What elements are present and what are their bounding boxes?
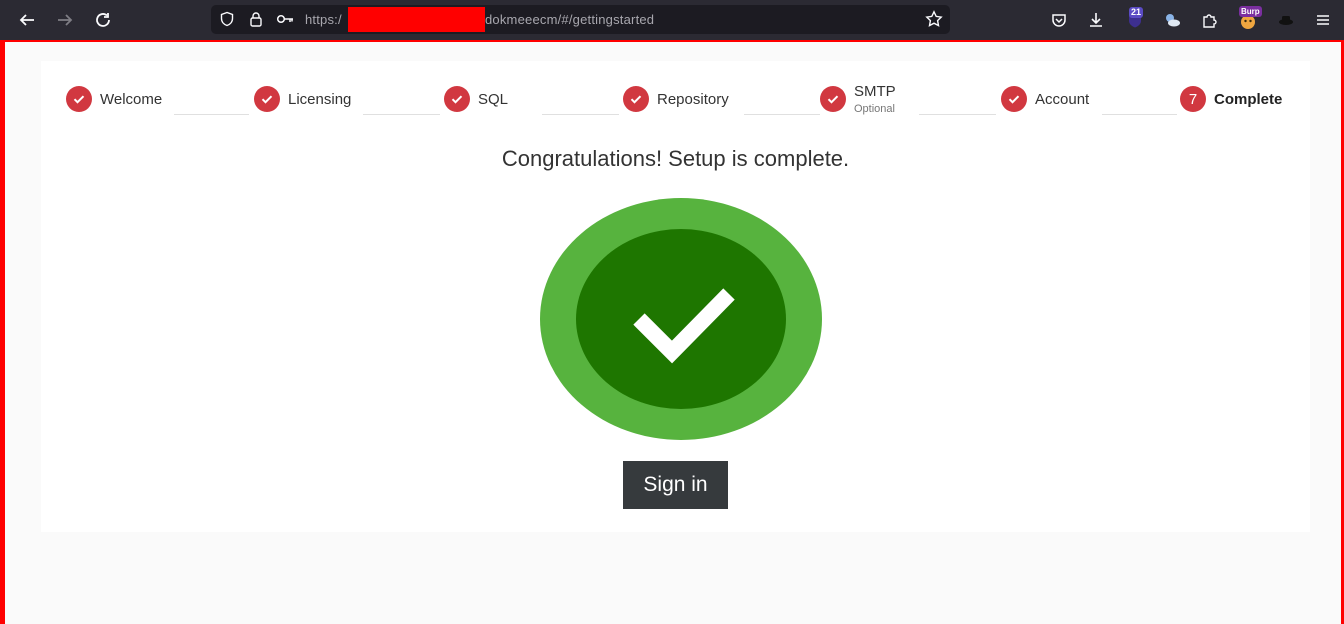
back-arrow-icon[interactable] — [15, 8, 39, 32]
step-connector — [1102, 114, 1177, 115]
puzzle-icon[interactable] — [1198, 8, 1222, 32]
sign-in-button[interactable]: Sign in — [623, 461, 728, 509]
browser-toolbar: https:/ dokmeeecm/#/gettingstarted 21 Bu… — [0, 0, 1344, 40]
lock-icon[interactable] — [246, 9, 266, 29]
burp-badge: Burp — [1239, 6, 1262, 17]
step-connector — [174, 114, 249, 115]
url-suffix: dokmeeecm/#/gettingstarted — [485, 12, 655, 27]
step-complete[interactable]: 7 Complete — [1180, 83, 1282, 115]
check-icon — [623, 86, 649, 112]
step-label: Repository — [657, 90, 729, 108]
url-bar[interactable]: https:/ dokmeeecm/#/gettingstarted — [211, 5, 950, 34]
profile-icon[interactable] — [1274, 8, 1298, 32]
step-sql[interactable]: SQL — [444, 83, 508, 115]
check-icon — [1001, 86, 1027, 112]
step-label: Welcome — [100, 90, 163, 108]
setup-card: Welcome Licensing SQL Repository SMTP Op… — [41, 61, 1310, 532]
step-connector — [744, 114, 820, 115]
step-label: SQL — [478, 90, 509, 108]
step-number: 7 — [1188, 90, 1198, 108]
step-licensing[interactable]: Licensing — [254, 83, 351, 115]
check-icon — [66, 86, 92, 112]
completion-heading: Congratulations! Setup is complete. — [501, 146, 850, 171]
pocket-icon[interactable] — [1047, 8, 1071, 32]
check-icon — [254, 86, 280, 112]
step-label: Complete — [1214, 90, 1283, 108]
forward-arrow-icon[interactable] — [53, 8, 77, 32]
step-sublabel: Optional — [854, 103, 895, 115]
step-label: Account — [1035, 90, 1090, 108]
menu-icon[interactable] — [1311, 8, 1335, 32]
download-icon[interactable] — [1084, 8, 1108, 32]
step-connector — [542, 114, 619, 115]
shield-icon[interactable] — [217, 9, 237, 29]
step-number-badge: 7 — [1180, 86, 1206, 112]
step-label: SMTP — [854, 83, 896, 100]
step-connector — [363, 114, 440, 115]
reload-icon[interactable] — [91, 8, 115, 32]
step-connector — [919, 114, 996, 115]
key-icon[interactable] — [275, 9, 295, 29]
step-repository[interactable]: Repository — [623, 83, 729, 115]
page-content: Welcome Licensing SQL Repository SMTP Op… — [0, 40, 1344, 624]
success-checkmark-icon — [540, 198, 822, 440]
star-icon[interactable] — [924, 9, 944, 29]
step-smtp[interactable]: SMTP Optional — [820, 83, 896, 115]
url-prefix: https:/ — [305, 12, 342, 27]
check-icon — [820, 86, 846, 112]
step-label: Licensing — [288, 90, 352, 108]
extension-badge: 21 — [1129, 7, 1144, 18]
step-account[interactable]: Account — [1001, 83, 1089, 115]
weather-icon[interactable] — [1160, 8, 1184, 32]
url-redaction — [348, 7, 485, 32]
step-welcome[interactable]: Welcome — [66, 83, 162, 115]
check-icon — [444, 86, 470, 112]
